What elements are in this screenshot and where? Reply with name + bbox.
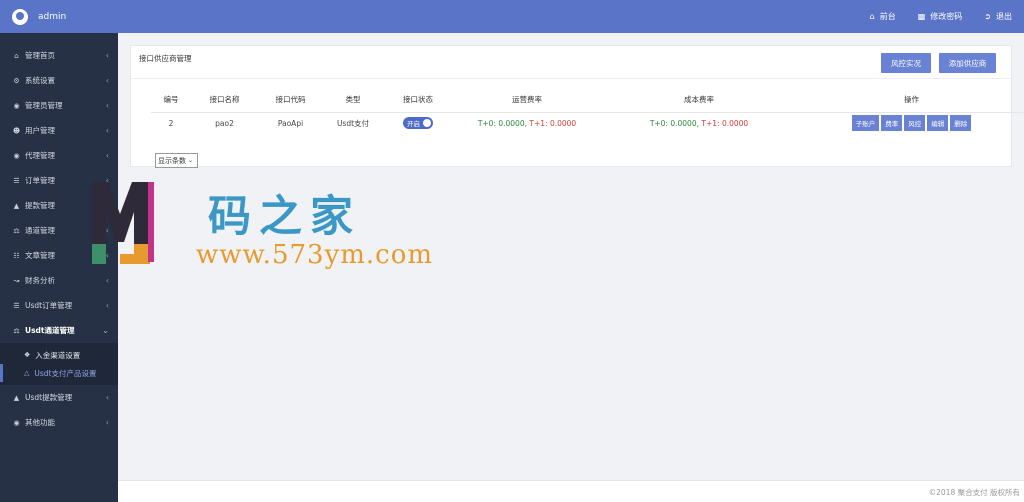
rate-button[interactable]: 费率 xyxy=(881,115,903,132)
gear-icon: ⚙ xyxy=(13,76,20,85)
submenu-item-usdt-product-settings[interactable]: △ Usdt支付产品设置 xyxy=(0,364,118,382)
cell-actions: 子账户 费率 风控 编辑 删除 xyxy=(797,112,1024,134)
col-header-type: 类型 xyxy=(323,88,383,113)
cell-operating-rate: T+0: 0.0000, T+1: 0.0000 xyxy=(453,112,601,134)
risk-button[interactable]: 风控 xyxy=(904,115,926,132)
cost-rate-t1: T+1: 0.0000 xyxy=(701,118,749,128)
supplier-panel: 接口供应商管理 风控实况 添加供应商 编号 接口名称 接口代码 类型 接口状态 … xyxy=(130,45,1024,168)
risk-control-button[interactable]: 风控实况 xyxy=(881,53,931,73)
operating-rate-t1: T+1: 0.0000 xyxy=(529,118,577,128)
users-icon: ☻ xyxy=(12,126,21,135)
top-bar: admin ⌂ 前台 ▩ 修改密码 ➲ 退出 xyxy=(0,0,1024,33)
watermark-text: 码之家 xyxy=(208,192,361,242)
col-header-status: 接口状态 xyxy=(383,88,453,113)
home-icon: ⌂ xyxy=(869,12,875,21)
add-supplier-button[interactable]: 添加供应商 xyxy=(939,53,996,73)
chevron-left-icon: ‹ xyxy=(105,51,109,60)
chevron-left-icon: ‹ xyxy=(105,76,109,85)
cell-status: 开启 xyxy=(383,112,453,134)
chevron-left-icon: ‹ xyxy=(105,393,109,402)
user-circle-icon: ◉ xyxy=(13,101,20,110)
bank-icon: ⚖ xyxy=(13,226,20,235)
footer: ©2018 聚合支付 版权所有 xyxy=(118,480,1024,502)
chevron-left-icon: ‹ xyxy=(105,276,109,285)
delete-button[interactable]: 删除 xyxy=(950,115,972,132)
col-header-id: 编号 xyxy=(151,88,191,113)
chevron-down-icon: ⌄ xyxy=(188,157,194,164)
chevron-left-icon: ‹ xyxy=(105,151,109,160)
book-icon: ☷ xyxy=(13,251,20,260)
list-icon: ☰ xyxy=(13,301,20,310)
logout-icon: ➲ xyxy=(984,12,991,21)
watermark-url: www.573ym.com xyxy=(196,240,434,270)
col-header-code: 接口代码 xyxy=(258,88,323,113)
cell-name: pao2 xyxy=(215,118,234,128)
col-header-operating-rate: 运营费率 xyxy=(453,88,601,113)
watermark: 码之家 www.573ym.com xyxy=(80,172,460,272)
user-circle-icon: ◉ xyxy=(13,418,20,427)
watermark-logo xyxy=(92,182,154,264)
sidebar-item-usdt-channels[interactable]: ⚖ Usdt通道管理 ⌄ xyxy=(0,318,118,343)
money-bag-icon: ▲ xyxy=(13,393,20,402)
usdt-channels-submenu: ❖ 入金渠道设置 △ Usdt支付产品设置 xyxy=(0,343,118,385)
cell-id: 2 xyxy=(168,118,174,128)
supplier-table: 编号 接口名称 接口代码 类型 接口状态 运营费率 成本费率 操作 2 pao2… xyxy=(151,88,1024,134)
divider xyxy=(131,78,1011,79)
sub-account-button[interactable]: 子账户 xyxy=(851,115,880,132)
sitemap-icon: △ xyxy=(24,369,30,377)
home-icon: ⌂ xyxy=(14,51,19,60)
sidebar-item-agents[interactable]: ◉ 代理管理 ‹ xyxy=(0,143,118,168)
sidebar-item-dashboard[interactable]: ⌂ 管理首页 ‹ xyxy=(0,43,118,68)
cell-type: Usdt支付 xyxy=(336,118,370,128)
table-header-row: 编号 接口名称 接口代码 类型 接口状态 运营费率 成本费率 操作 xyxy=(151,88,1024,113)
status-toggle[interactable]: 开启 xyxy=(403,117,433,130)
money-bag-icon: ▲ xyxy=(13,201,20,210)
lock-icon: ▩ xyxy=(917,12,926,21)
bank-icon: ⚖ xyxy=(13,326,20,335)
sidebar-item-admins[interactable]: ◉ 管理员管理 ‹ xyxy=(0,93,118,118)
col-header-name: 接口名称 xyxy=(191,88,258,113)
change-password-link[interactable]: ▩ 修改密码 xyxy=(918,11,963,22)
edit-button[interactable]: 编辑 xyxy=(927,115,949,132)
sidebar-item-users[interactable]: ☻ 用户管理 ‹ xyxy=(0,118,118,143)
col-header-actions: 操作 xyxy=(797,88,1024,113)
logout-link[interactable]: ➲ 退出 xyxy=(984,11,1012,22)
sidebar-item-system-settings[interactable]: ⚙ 系统设置 ‹ xyxy=(0,68,118,93)
user-circle-icon: ◉ xyxy=(13,151,20,160)
operating-rate-t0: T+0: 0.0000, xyxy=(477,118,527,128)
cost-rate-t0: T+0: 0.0000, xyxy=(649,118,699,128)
chevron-down-icon: ⌄ xyxy=(102,326,109,335)
chevron-left-icon: ‹ xyxy=(105,418,109,427)
chevron-left-icon: ‹ xyxy=(105,101,109,110)
submenu-item-deposit-channel-settings[interactable]: ❖ 入金渠道设置 xyxy=(0,346,118,364)
chevron-left-icon: ‹ xyxy=(105,126,109,135)
sidebar-item-usdt-withdrawals[interactable]: ▲ Usdt提款管理 ‹ xyxy=(0,385,118,410)
cell-code: PaoApi xyxy=(277,118,304,128)
info-icon: ❖ xyxy=(24,351,31,359)
frontend-link[interactable]: ⌂ 前台 xyxy=(870,11,896,22)
cell-cost-rate: T+0: 0.0000, T+1: 0.0000 xyxy=(601,112,797,134)
table-row: 2 pao2 PaoApi Usdt支付 开启 T+0: 0.0000, T+1… xyxy=(151,112,1024,134)
copyright: ©2018 聚合支付 版权所有 xyxy=(928,488,1020,497)
username[interactable]: admin xyxy=(38,12,66,22)
page-title: 接口供应商管理 xyxy=(139,54,192,63)
col-header-cost-rate: 成本费率 xyxy=(601,88,797,113)
sidebar-item-other[interactable]: ◉ 其他功能 ‹ xyxy=(0,410,118,435)
sidebar-item-usdt-orders[interactable]: ☰ Usdt订单管理 ‹ xyxy=(0,293,118,318)
avatar[interactable] xyxy=(12,8,28,25)
chevron-left-icon: ‹ xyxy=(105,301,109,310)
page-size-select[interactable]: 显示条数 ⌄ xyxy=(155,153,198,168)
line-chart-icon: ↝ xyxy=(13,276,20,285)
list-icon: ☰ xyxy=(13,176,20,185)
